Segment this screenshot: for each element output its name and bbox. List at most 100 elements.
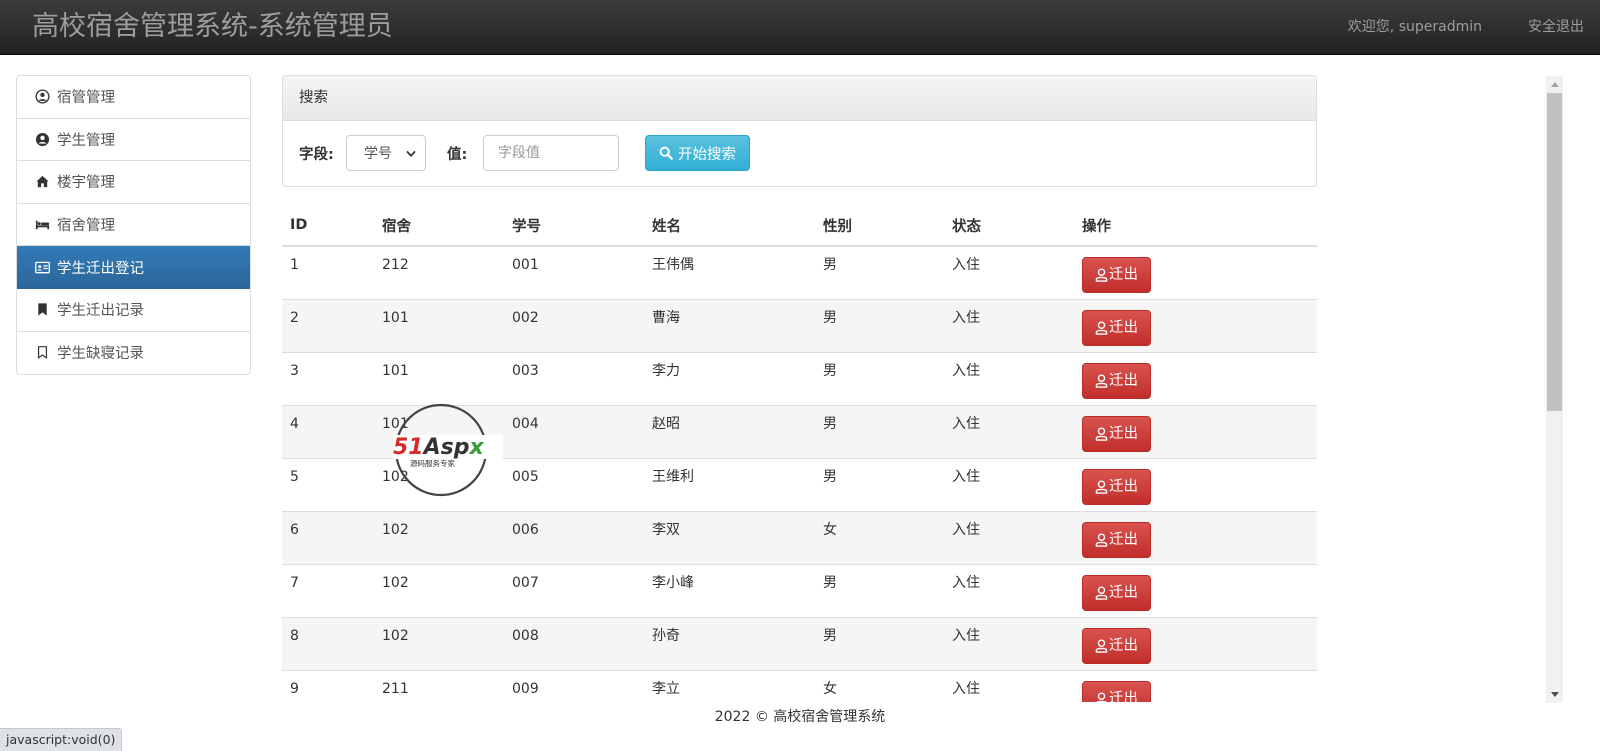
welcome-text: 欢迎您, superadmin xyxy=(1347,19,1482,35)
table-row: 9 211 009 李立女入住 迁出 xyxy=(282,669,1317,702)
user-icon xyxy=(1095,268,1108,282)
sidebar-item-dorms[interactable]: 宿舍管理 xyxy=(17,204,250,247)
cell-sex: 男 xyxy=(815,245,944,299)
sidebar-item-buildings[interactable]: 楼宇管理 xyxy=(17,161,250,204)
user-icon xyxy=(1095,585,1108,600)
check-out-button[interactable]: 迁出 xyxy=(1082,627,1151,664)
cell-id: 5 xyxy=(282,457,374,511)
browser-status-bar: javascript:void(0) xyxy=(0,728,123,751)
check-out-button-label: 迁出 xyxy=(1109,425,1138,442)
cell-name: 孙奇 xyxy=(644,616,815,670)
cell-sex: 男 xyxy=(815,616,944,670)
cell-student-number: 001 xyxy=(504,245,644,299)
cell-name: 李双 xyxy=(644,510,815,564)
cell-actions: 迁出 xyxy=(1074,351,1317,405)
scroll-down-arrow[interactable] xyxy=(1546,686,1563,703)
cell-dorm: 211 xyxy=(374,669,504,702)
cell-student-number: 004 xyxy=(504,404,644,458)
brand-title[interactable]: 高校宿舍管理系统-系统管理员 xyxy=(32,9,393,45)
cell-name: 李力 xyxy=(644,351,815,405)
check-out-button[interactable]: 迁出 xyxy=(1082,362,1151,399)
cell-student-number: 009 xyxy=(504,669,644,702)
sidebar-item-checkout-register[interactable]: 学生迁出登记 xyxy=(17,246,250,289)
cell-name: 曹海 xyxy=(644,298,815,352)
cell-actions: 迁出 xyxy=(1074,669,1317,702)
page-footer: 2022 © 高校宿舍管理系统 xyxy=(0,706,1600,726)
sidebar-item-checkout-records[interactable]: 学生迁出记录 xyxy=(17,289,250,332)
check-out-button[interactable]: 迁出 xyxy=(1082,680,1151,702)
cell-dorm: 101 xyxy=(374,351,504,405)
cell-actions: 迁出 xyxy=(1074,457,1317,511)
cell-sex: 男 xyxy=(815,563,944,617)
sidebar-item-students[interactable]: 学生管理 xyxy=(17,119,250,162)
table-row: 8 102 008 孙奇男入住 迁出 xyxy=(282,616,1317,670)
scroll-up-arrow[interactable] xyxy=(1546,76,1563,93)
user-icon xyxy=(1095,373,1108,388)
check-out-button-label: 迁出 xyxy=(1109,267,1138,283)
bookmark-icon xyxy=(35,302,50,317)
page-scrollbar[interactable] xyxy=(1546,76,1563,703)
cell-id: 1 xyxy=(282,245,374,299)
column-header-student-number: 学号 xyxy=(504,205,644,247)
scrollbar-thumb[interactable] xyxy=(1547,93,1562,411)
column-header-status: 状态 xyxy=(944,205,1074,247)
search-panel: 搜索 字段: 学号 值: 开始搜索 xyxy=(282,75,1317,187)
cell-student-number: 007 xyxy=(504,563,644,617)
cell-status: 入住 xyxy=(944,669,1074,702)
footer-text: 2022 © 高校宿舍管理系统 xyxy=(714,709,886,725)
sidebar-item-absence-records[interactable]: 学生缺寝记录 xyxy=(17,332,250,375)
cell-id: 6 xyxy=(282,510,374,564)
cell-status: 入住 xyxy=(944,404,1074,458)
cell-dorm: 102 xyxy=(374,510,504,564)
user-icon xyxy=(1095,320,1108,335)
user-icon xyxy=(1095,426,1108,441)
start-search-button[interactable]: 开始搜索 xyxy=(645,135,750,171)
value-label: 值: xyxy=(447,147,468,163)
cell-sex: 男 xyxy=(815,457,944,511)
bed-icon xyxy=(35,217,50,232)
sidebar-menu: 宿管管理 学生管理 楼宇管理 宿舍管理 学生迁出登记 学生迁出记录 学生缺寝记录 xyxy=(16,75,251,376)
sidebar-item-label: 楼宇管理 xyxy=(57,175,115,192)
column-header-actions: 操作 xyxy=(1074,205,1317,247)
check-out-button-label: 迁出 xyxy=(1109,319,1138,336)
check-out-button-label: 迁出 xyxy=(1109,584,1138,601)
field-select[interactable]: 学号 xyxy=(346,135,426,171)
cell-status: 入住 xyxy=(944,457,1074,511)
cell-id: 4 xyxy=(282,404,374,458)
sidebar-item-dorm-admin[interactable]: 宿管管理 xyxy=(17,76,250,119)
check-out-button[interactable]: 迁出 xyxy=(1082,468,1151,505)
cell-student-number: 008 xyxy=(504,616,644,670)
check-out-button[interactable]: 迁出 xyxy=(1082,257,1151,293)
search-panel-title: 搜索 xyxy=(283,76,1316,121)
user-icon xyxy=(1095,479,1108,494)
cell-name: 王维利 xyxy=(644,457,815,511)
home-icon xyxy=(35,174,50,189)
cell-actions: 迁出 xyxy=(1074,616,1317,670)
sidebar-item-label: 宿舍管理 xyxy=(57,218,115,235)
cell-actions: 迁出 xyxy=(1074,510,1317,564)
cell-name: 赵昭 xyxy=(644,404,815,458)
navbar-right: 欢迎您, superadmin 安全退出 xyxy=(1332,0,1600,55)
value-input[interactable] xyxy=(483,135,619,171)
cell-actions: 迁出 xyxy=(1074,298,1317,352)
column-header-sex: 性别 xyxy=(815,205,944,247)
logout-link[interactable]: 安全退出 xyxy=(1512,0,1600,55)
check-out-button-label: 迁出 xyxy=(1109,372,1138,389)
watermark-tagline: 源码服务专家 xyxy=(410,458,455,468)
cell-status: 入住 xyxy=(944,616,1074,670)
cell-student-number: 002 xyxy=(504,298,644,352)
bookmark-outline-icon xyxy=(35,345,50,360)
cell-sex: 女 xyxy=(815,510,944,564)
chevron-down-icon xyxy=(406,151,416,157)
check-out-button[interactable]: 迁出 xyxy=(1082,415,1151,452)
column-header-id: ID xyxy=(282,205,374,247)
top-navbar: 高校宿舍管理系统-系统管理员 欢迎您, superadmin 安全退出 xyxy=(0,0,1600,55)
check-out-button[interactable]: 迁出 xyxy=(1082,521,1151,558)
cell-student-number: 003 xyxy=(504,351,644,405)
check-out-button[interactable]: 迁出 xyxy=(1082,574,1151,611)
cell-sex: 女 xyxy=(815,669,944,702)
watermark-logo: 51Aspx 源码服务专家 xyxy=(393,403,503,497)
column-header-name: 姓名 xyxy=(644,205,815,247)
table-row: 7 102 007 李小峰男入住 迁出 xyxy=(282,563,1317,617)
check-out-button[interactable]: 迁出 xyxy=(1082,309,1151,346)
